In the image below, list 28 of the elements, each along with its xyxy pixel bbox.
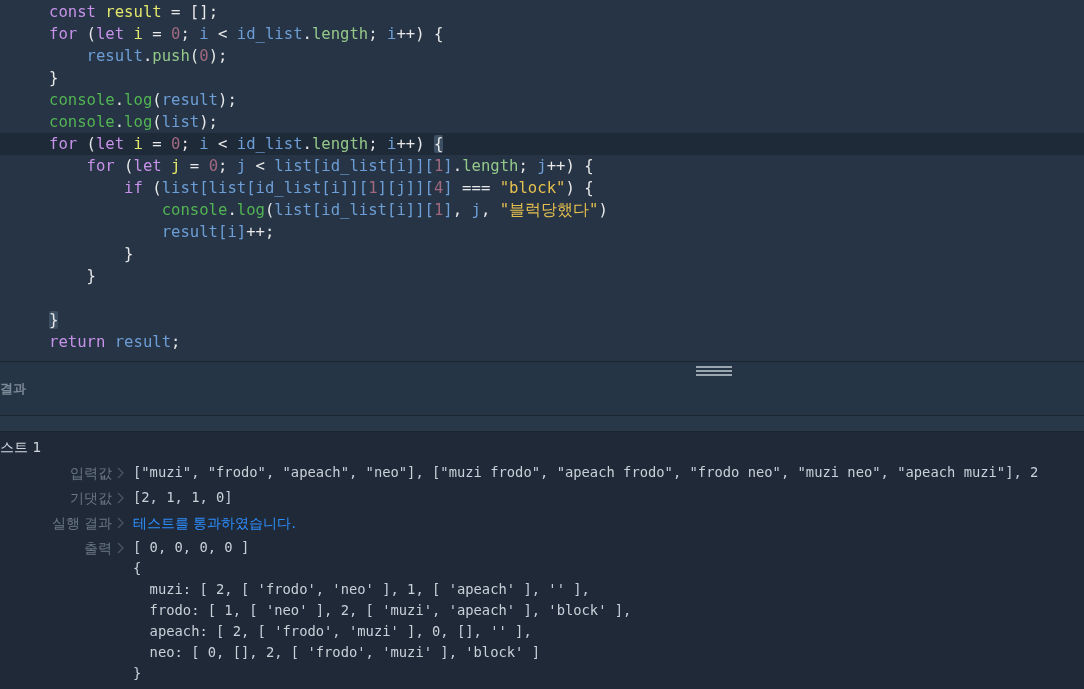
code-line: if (list[list[id_list[i]][1][j]][4] === "block") { xyxy=(123,178,595,199)
code-line: console.log(list[id_list[i]][1], j, "블럭당했다") xyxy=(160,200,609,221)
panel-title: 결과 xyxy=(0,379,26,398)
output-text: [2, 1, 1, 0] xyxy=(133,488,233,507)
pass-message: 테스트를 통과하였습니다. xyxy=(133,514,296,533)
code-line: result[i]++; xyxy=(160,222,276,243)
row-label: 입력값 xyxy=(69,464,112,483)
output-text: ["muzi", "frodo", "apeach", "neo"], ["muzi frodo", "apeach frodo", "frodo neo", "muzi neo", "apeach muzi"], 2 xyxy=(133,463,1039,482)
code-line: } xyxy=(85,266,97,287)
chevron-icon xyxy=(116,517,125,529)
code-line: for (let i = 0; i < id_list.length; i++) { xyxy=(48,24,445,45)
code-line: const result = []; xyxy=(48,2,220,23)
chevron-icon xyxy=(116,467,125,479)
test-case-title: 스트 1 xyxy=(0,438,43,456)
code-line: console.log(result); xyxy=(48,90,238,111)
row-label: 출력 xyxy=(83,539,112,558)
code-line: for (let j = 0; j < list[id_list[i]][1].length; j++) { xyxy=(85,156,595,177)
drag-handle-icon[interactable] xyxy=(696,366,732,376)
chevron-icon xyxy=(116,492,125,504)
row-label: 기댓값 xyxy=(69,489,112,508)
code-line: } xyxy=(48,68,60,89)
row-label: 실행 결과 xyxy=(50,514,112,533)
code-line: result.push(0); xyxy=(85,46,229,67)
code-line: } xyxy=(123,244,135,265)
code-line: console.log(list); xyxy=(48,112,219,133)
output-text: [ 0, 0, 0, 0 ] { muzi: [ 2, [ 'frodo', 'neo' ], 1, [ 'apeach' ], '' ], frodo: [ 1, [ 'neo' ], 2, [ 'muzi', 'apeach' ], 'block' ], apeach: [ 2, [ 'frodo', 'muzi' ], 0, [], '' ], neo: [ 0, [], 2, [ 'frodo', 'muzi' ], 'block' ] } xyxy=(133,538,632,683)
code-line: return result; xyxy=(48,332,182,353)
chevron-icon xyxy=(116,542,125,554)
